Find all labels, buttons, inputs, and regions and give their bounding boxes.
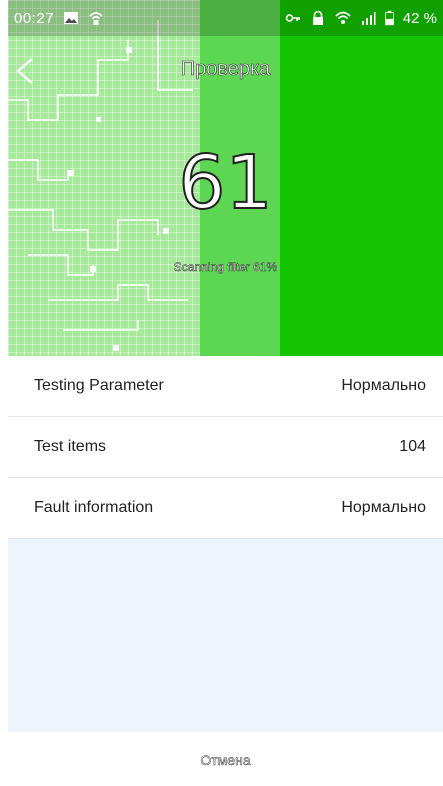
wifi-icon (335, 11, 351, 24)
result-value: Нормально (341, 377, 426, 394)
cancel-button[interactable]: Отмена (8, 733, 443, 786)
result-row-test-items: Test items 104 (8, 417, 443, 478)
left-edge-strip (0, 0, 8, 786)
key-icon (285, 14, 300, 22)
result-row-fault-information: Fault information Нормально (8, 478, 443, 539)
result-label: Test items (34, 438, 107, 455)
battery-icon (384, 10, 394, 26)
lock-icon (312, 10, 323, 25)
result-value: Нормально (341, 499, 426, 516)
result-label: Testing Parameter (34, 377, 164, 394)
status-bar: 00:27 42 % (8, 0, 443, 36)
battery-percent: 42 % (402, 9, 437, 27)
result-label: Fault information (34, 499, 154, 516)
empty-panel (8, 539, 443, 732)
scan-status-text: Scanning filter 61% (173, 260, 278, 275)
results-list: Testing Parameter Нормально Test items 1… (8, 356, 443, 539)
wifi-lock-icon (89, 12, 103, 25)
signal-icon (361, 12, 376, 25)
image-icon (64, 12, 79, 24)
progress-number: 61 (177, 139, 273, 227)
status-time: 00:27 (14, 9, 55, 27)
page-title: Проверка (180, 58, 271, 81)
result-value: 104 (399, 438, 426, 455)
result-row-testing-parameter: Testing Parameter Нормально (8, 356, 443, 417)
